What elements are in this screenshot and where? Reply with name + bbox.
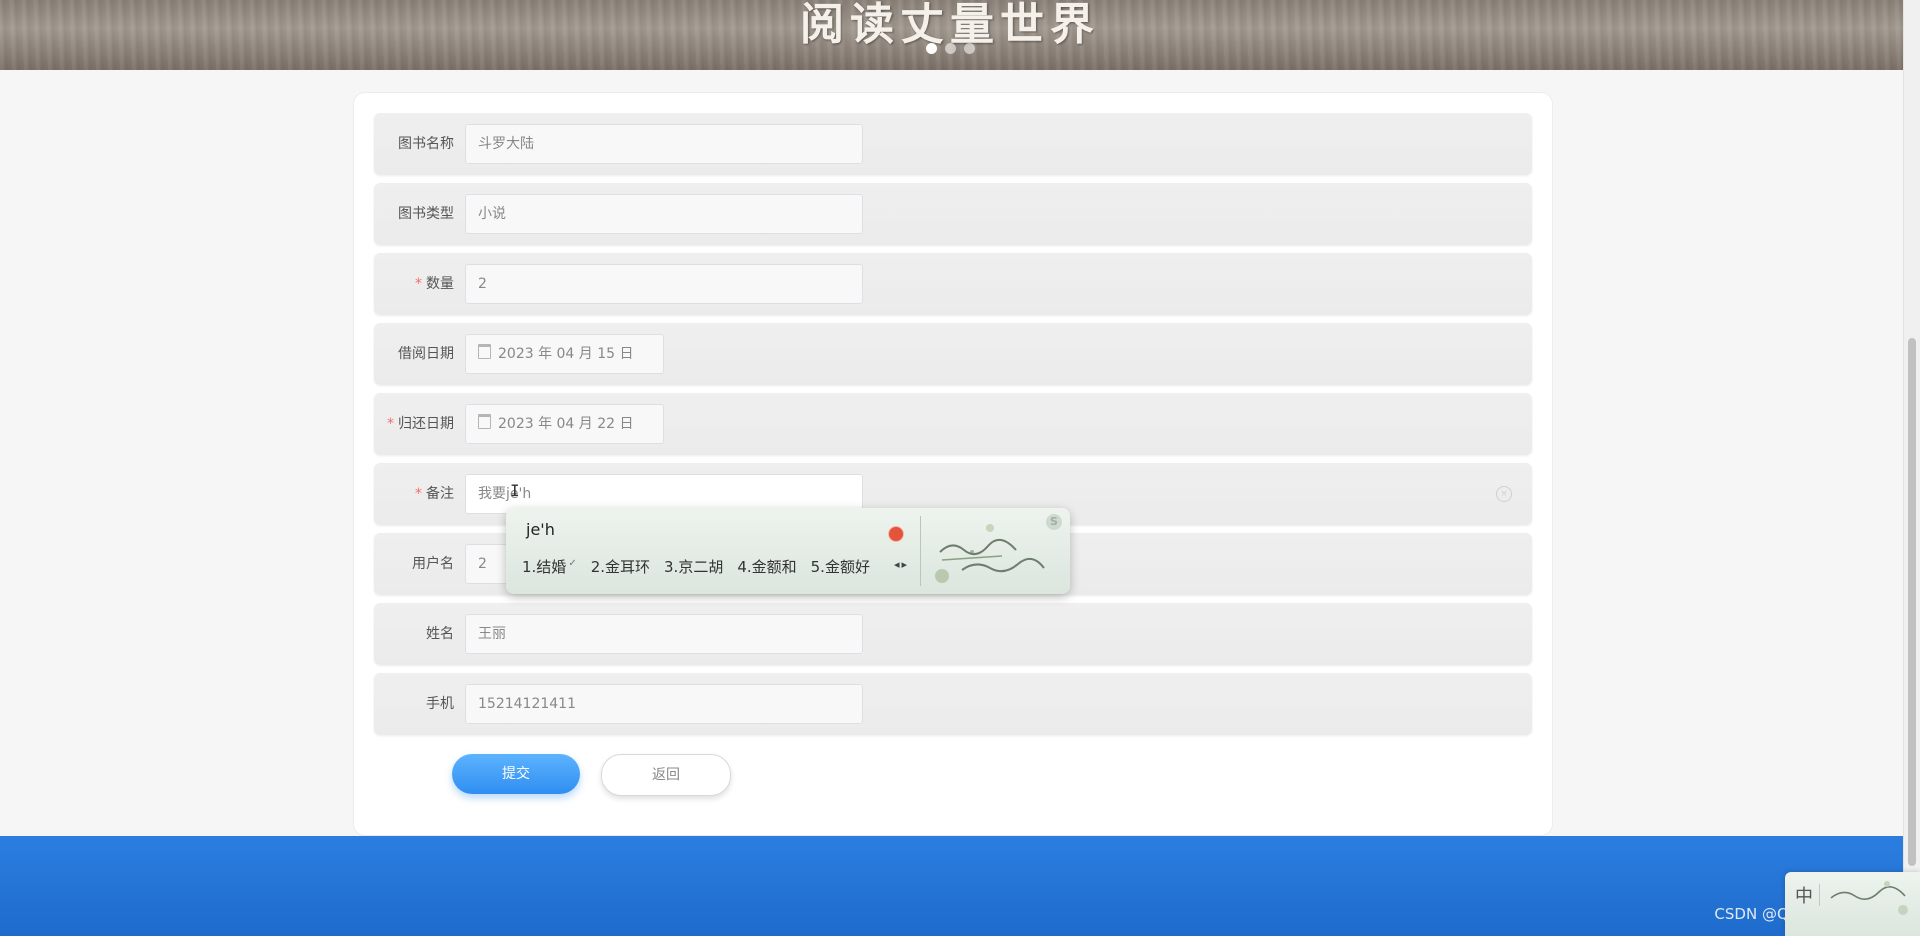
ime-page-arrows-icon[interactable]: ◂▸ bbox=[894, 558, 909, 571]
scrollbar-thumb[interactable] bbox=[1908, 338, 1916, 866]
ime-skin-icon[interactable] bbox=[888, 526, 904, 542]
required-mark: * bbox=[415, 276, 422, 292]
form-row-book-name: 图书名称 斗罗大陆 bbox=[374, 113, 1532, 175]
remark-label: * 备注 bbox=[415, 486, 454, 502]
back-button[interactable]: 返回 bbox=[601, 754, 731, 796]
phone-input[interactable]: 15214121411 bbox=[465, 684, 863, 724]
ime-logo-icon: S bbox=[1046, 514, 1062, 530]
borrow-date-value: 2023 年 04 月 15 日 bbox=[498, 346, 634, 362]
form-row-borrow-date: 借阅日期 2023 年 04 月 15 日 bbox=[374, 323, 1532, 385]
name-label: 姓名 bbox=[426, 626, 454, 642]
return-date-value: 2023 年 04 月 22 日 bbox=[498, 416, 634, 432]
ime-candidate[interactable]: 2.金耳环 bbox=[591, 556, 650, 577]
ime-mode-toggle[interactable]: 中 bbox=[1795, 882, 1813, 908]
ime-candidate-popup: je'h 1.结婚 ✓ 2.金耳环 3.京二胡 4.金额和 5.金额好 ◂▸ S bbox=[506, 508, 1070, 594]
required-mark: * bbox=[415, 486, 422, 502]
borrow-date-label: 借阅日期 bbox=[398, 346, 454, 362]
borrow-form-card: 图书名称 斗罗大陆 图书类型 小说 * 数量 2 借阅日期 2023 年 04 月… bbox=[353, 92, 1553, 836]
ime-candidate[interactable]: 4.金额和 bbox=[737, 556, 796, 577]
calendar-icon bbox=[478, 414, 491, 429]
submit-button[interactable]: 提交 bbox=[452, 754, 580, 794]
username-label: 用户名 bbox=[412, 556, 454, 572]
book-type-input[interactable]: 小说 bbox=[465, 194, 863, 234]
carousel-indicators bbox=[926, 43, 975, 54]
form-row-name: 姓名 王丽 bbox=[374, 603, 1532, 665]
ime-candidate[interactable]: 5.金额好 bbox=[811, 556, 870, 577]
ime-status-bar: 中 bbox=[1785, 872, 1920, 936]
form-row-book-type: 图书类型 小说 bbox=[374, 183, 1532, 245]
ime-composition: je'h bbox=[526, 520, 555, 539]
ime-divider bbox=[920, 516, 921, 586]
calendar-icon bbox=[478, 344, 491, 359]
clear-icon[interactable]: × bbox=[1496, 486, 1512, 502]
ime-candidate-list: 1.结婚 ✓ 2.金耳环 3.京二胡 4.金额和 5.金额好 bbox=[522, 556, 870, 577]
banner-carousel[interactable]: 阅读丈量世界 bbox=[0, 0, 1904, 70]
form-row-return-date: * 归还日期 2023 年 04 月 22 日 bbox=[374, 393, 1532, 455]
return-date-picker[interactable]: 2023 年 04 月 22 日 bbox=[465, 404, 664, 444]
return-date-label: * 归还日期 bbox=[387, 416, 454, 432]
ime-skin-decoration-icon bbox=[935, 524, 1045, 583]
carousel-dot-1[interactable] bbox=[926, 43, 937, 54]
form-row-quantity: * 数量 2 bbox=[374, 253, 1532, 315]
book-type-label: 图书类型 bbox=[398, 206, 454, 222]
quantity-label: * 数量 bbox=[415, 276, 454, 292]
book-name-label: 图书名称 bbox=[398, 136, 454, 152]
text-cursor-icon: I bbox=[510, 481, 520, 500]
ime-candidate[interactable]: 1.结婚 ✓ bbox=[522, 556, 577, 577]
quantity-input[interactable]: 2 bbox=[465, 264, 863, 304]
required-mark: * bbox=[387, 416, 394, 432]
carousel-dot-3[interactable] bbox=[964, 43, 975, 54]
ime-bar-divider bbox=[1819, 884, 1820, 906]
check-icon: ✓ bbox=[568, 558, 577, 569]
carousel-dot-2[interactable] bbox=[945, 43, 956, 54]
ime-candidate[interactable]: 3.京二胡 bbox=[664, 556, 723, 577]
form-row-phone: 手机 15214121411 bbox=[374, 673, 1532, 735]
phone-label: 手机 bbox=[426, 696, 454, 712]
page-scrollbar[interactable] bbox=[1903, 0, 1920, 936]
name-input[interactable]: 王丽 bbox=[465, 614, 863, 654]
ime-bar-decoration-icon bbox=[1830, 881, 1908, 915]
borrow-date-picker[interactable]: 2023 年 04 月 15 日 bbox=[465, 334, 664, 374]
book-name-input[interactable]: 斗罗大陆 bbox=[465, 124, 863, 164]
page-footer bbox=[0, 836, 1904, 936]
